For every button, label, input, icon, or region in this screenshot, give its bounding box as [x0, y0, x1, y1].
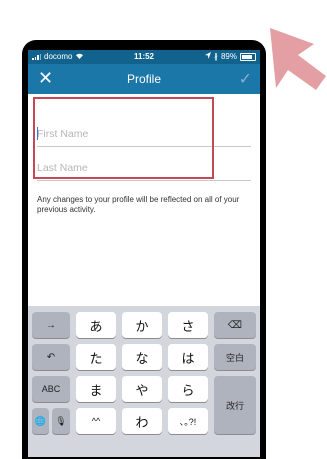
- key-sa[interactable]: さ: [168, 312, 208, 338]
- key-undo[interactable]: ↶: [32, 344, 70, 370]
- key-ka[interactable]: か: [122, 312, 162, 338]
- japanese-keyboard: → あ か さ ⌫ ↶ た な は 空白 ABC ま や ら 改行 🌐 🎙 ^^…: [28, 306, 260, 457]
- save-check-button[interactable]: ✓: [239, 69, 252, 89]
- key-arrow-right[interactable]: →: [32, 312, 70, 338]
- annotation-arrow-icon: [270, 28, 326, 90]
- nav-bar: ✕ Profile ✓: [28, 64, 260, 94]
- key-ma[interactable]: ま: [76, 376, 116, 402]
- globe-key[interactable]: 🌐: [32, 408, 49, 434]
- key-abc[interactable]: ABC: [32, 376, 70, 402]
- highlight-box: [33, 97, 214, 179]
- key-backspace[interactable]: ⌫: [214, 312, 256, 338]
- battery-percent: 89%: [220, 52, 237, 61]
- key-punctuation[interactable]: ､｡?!: [168, 408, 208, 434]
- key-wa[interactable]: わ: [122, 408, 162, 434]
- status-right: ∦ 89%: [204, 52, 256, 61]
- battery-icon: [240, 52, 256, 61]
- key-emoticon[interactable]: ^^: [76, 408, 116, 434]
- page-title: Profile: [126, 72, 161, 86]
- key-ha[interactable]: は: [168, 344, 208, 370]
- bluetooth-icon: ∦: [213, 52, 218, 61]
- key-ya[interactable]: や: [122, 376, 162, 402]
- microphone-key[interactable]: 🎙: [52, 408, 70, 434]
- key-na[interactable]: な: [122, 344, 162, 370]
- key-a[interactable]: あ: [76, 312, 116, 338]
- key-enter[interactable]: 改行: [214, 376, 256, 434]
- key-ra[interactable]: ら: [168, 376, 208, 402]
- status-bar: docomo 11:52 ∦ 89%: [28, 50, 260, 64]
- profile-note: Any changes to your profile will be refl…: [37, 195, 240, 214]
- key-ta[interactable]: た: [76, 344, 116, 370]
- key-space[interactable]: 空白: [214, 344, 256, 370]
- location-icon: [204, 52, 211, 61]
